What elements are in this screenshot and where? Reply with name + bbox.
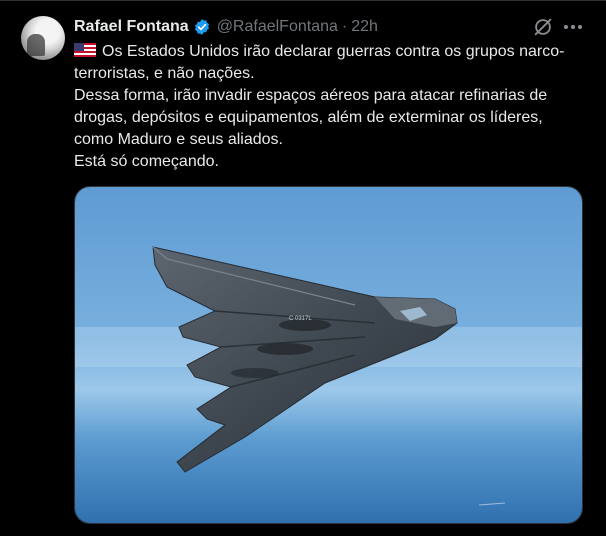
grok-icon[interactable] [532,16,554,38]
tweet-card[interactable]: Rafael Fontana @RafaelFontana · 22h Os E… [0,0,606,536]
verified-badge-icon [194,19,209,35]
tweet-media-image[interactable]: C 0317L [74,186,583,524]
tweet-text: Os Estados Unidos irão declarar guerras … [74,41,574,173]
tweet-line-2: Dessa forma, irão invadir espaços aéreos… [74,87,548,148]
header-separator: · [341,18,348,35]
author-handle[interactable]: @RafaelFontana [217,18,338,36]
timestamp[interactable]: 22h [351,18,378,36]
author-name[interactable]: Rafael Fontana [74,18,189,36]
us-flag-icon [74,43,96,57]
avatar[interactable] [21,16,65,60]
stealth-bomber-photo: C 0317L [75,187,582,523]
tweet-line-1: Os Estados Unidos irão declarar guerras … [74,41,574,85]
tweet-text-line: Os Estados Unidos irão declarar guerras … [74,43,565,82]
aircraft-marking: C 0317L [289,316,312,322]
tweet-line-3: Está só começando. [74,153,219,170]
more-horizontal-icon[interactable] [560,16,586,38]
tweet-header: Rafael Fontana @RafaelFontana · 22h [74,16,378,38]
